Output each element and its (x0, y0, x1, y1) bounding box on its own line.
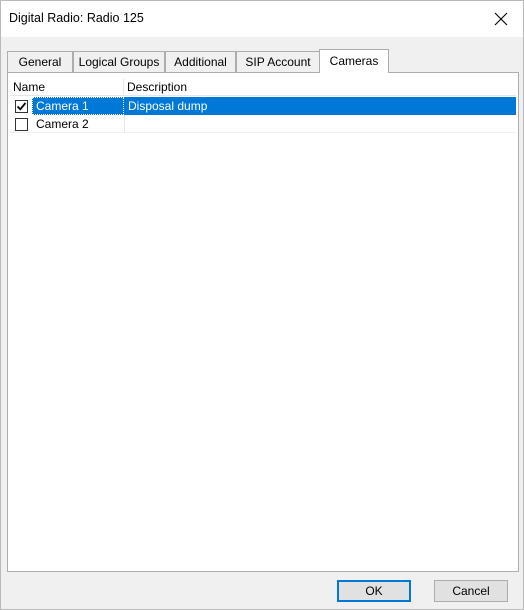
list-item[interactable]: Camera 1 Disposal dump (10, 97, 516, 115)
title-bar: Digital Radio: Radio 125 (1, 1, 523, 37)
column-header-name[interactable]: Name (10, 79, 124, 96)
close-button[interactable] (479, 1, 523, 37)
window-title: Digital Radio: Radio 125 (9, 11, 144, 25)
tab-sip-account[interactable]: SIP Account (236, 51, 320, 73)
tab-logical-groups[interactable]: Logical Groups (73, 51, 165, 73)
cameras-tab-panel: Name Description Camera 1 Disposal dump … (7, 72, 519, 572)
camera-checkbox[interactable] (15, 100, 28, 113)
close-icon (494, 12, 508, 26)
dialog-window: Digital Radio: Radio 125 General Logical… (0, 0, 524, 610)
camera-checkbox[interactable] (15, 118, 28, 131)
camera-description (124, 115, 128, 133)
checkmark-icon (16, 102, 27, 111)
tab-cameras[interactable]: Cameras (319, 49, 389, 73)
list-item[interactable]: Camera 2 (10, 115, 516, 133)
column-header-description[interactable]: Description (124, 79, 516, 96)
tab-additional[interactable]: Additional (165, 51, 236, 73)
camera-name: Camera 2 (36, 117, 89, 131)
cameras-list[interactable]: Name Description Camera 1 Disposal dump … (10, 79, 516, 569)
ok-button[interactable]: OK (337, 580, 411, 602)
camera-name: Camera 1 (32, 97, 124, 115)
row-divider (10, 132, 516, 133)
tab-strip: General Logical Groups Additional SIP Ac… (7, 49, 519, 73)
camera-description: Disposal dump (128, 99, 208, 113)
cancel-button[interactable]: Cancel (434, 580, 508, 602)
tab-general[interactable]: General (7, 51, 73, 73)
